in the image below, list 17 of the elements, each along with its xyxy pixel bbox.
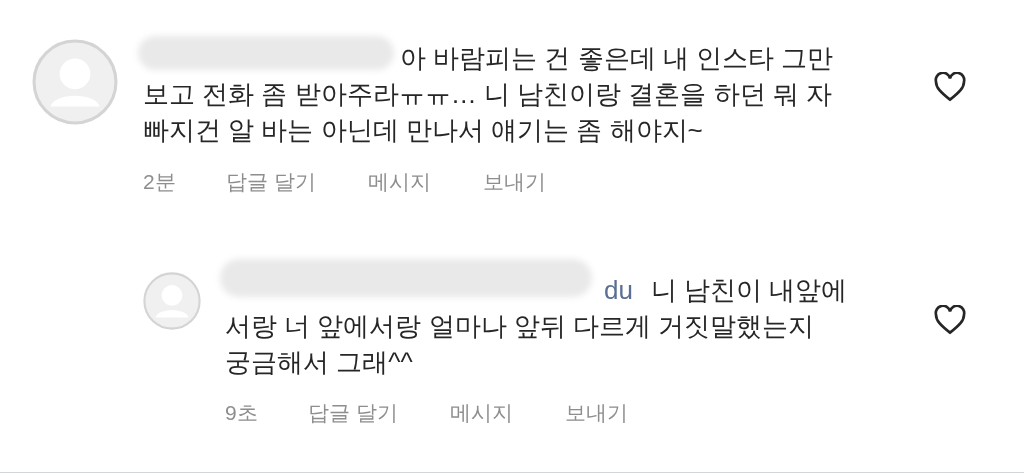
comment-action-link[interactable]: 답글 달기 xyxy=(225,166,316,198)
comment-text: 아 바람피는 건 좋은데 내 인스타 그만 xyxy=(400,42,834,75)
heart-icon[interactable] xyxy=(934,305,966,335)
comment-action-link[interactable]: 메시지 xyxy=(449,397,513,429)
comment-action-link[interactable]: 보내기 xyxy=(482,166,546,198)
comment-action-link[interactable]: 보내기 xyxy=(564,397,628,429)
comment-text: 궁금해서 그래^^ xyxy=(225,346,413,379)
comment-time: 9초 xyxy=(225,400,258,426)
comment-text: 보고 전화 좀 받아주라ㅠㅠ… 니 남친이랑 결혼을 하던 뭐 자 xyxy=(143,78,832,111)
username-fragment[interactable]: du xyxy=(604,272,633,309)
comment-text: 빠지건 알 바는 아닌데 만나서 얘기는 좀 해야지~ xyxy=(143,114,703,147)
heart-icon[interactable] xyxy=(934,72,966,102)
comment-action-link[interactable]: 메시지 xyxy=(367,166,431,198)
comment-text: 니 남친이 내앞에 xyxy=(651,274,848,307)
comment-time: 2분 xyxy=(143,169,176,195)
comment-text: 서랑 너 앞에서랑 얼마나 앞뒤 다르게 거짓말했는지 xyxy=(225,310,815,343)
comment-action-link[interactable]: 답글 달기 xyxy=(307,397,398,429)
